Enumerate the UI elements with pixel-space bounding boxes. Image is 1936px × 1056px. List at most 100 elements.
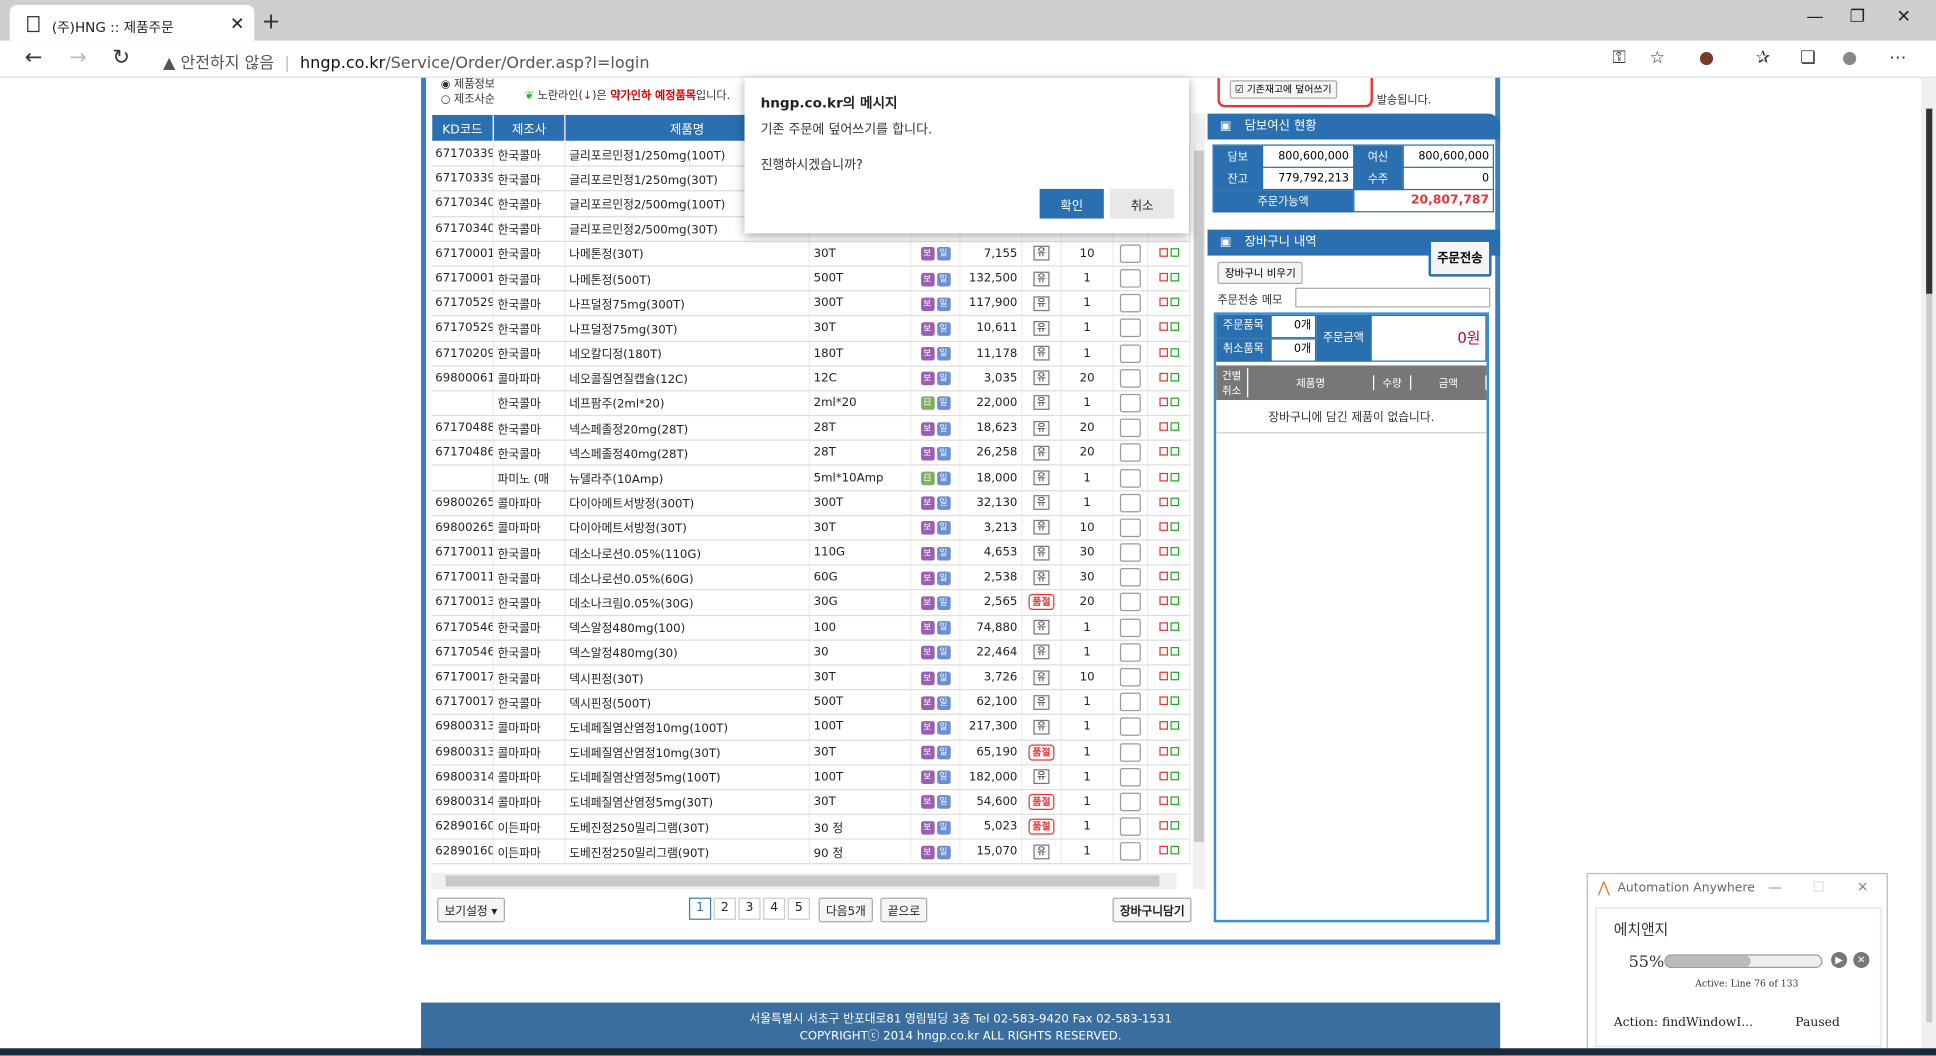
- qty-input[interactable]: [1119, 244, 1141, 263]
- new-tab-icon[interactable]: +: [262, 9, 281, 35]
- favorite-icon[interactable]: [1169, 522, 1179, 531]
- table-row[interactable]: 698000610콜마파마네오콜질연질캡슐(12C)12C보일3,035유20: [431, 365, 1191, 392]
- qty-input[interactable]: [1119, 767, 1141, 787]
- table-row[interactable]: 671700170한국콜마덱시핀정(30T)30T보일3,726유10: [431, 664, 1191, 691]
- table-row[interactable]: 698002650콜마파마다이아메트서방정(30T)30T보일3,213유10: [431, 515, 1191, 541]
- qty-input[interactable]: [1119, 468, 1141, 488]
- info-badge-icon[interactable]: 일: [936, 621, 951, 635]
- table-row[interactable]: 671702090한국콜마네오칼디정(180T)180T보일11,178유1: [431, 340, 1191, 367]
- restore-icon[interactable]: ❐: [1850, 7, 1866, 27]
- table-row[interactable]: 698002650콜마파마다이아메트서방정(300T)300T보일32,130유…: [431, 490, 1191, 516]
- info-badge-icon[interactable]: 일: [936, 646, 951, 660]
- add-icon[interactable]: [1158, 796, 1168, 805]
- add-icon[interactable]: [1158, 721, 1168, 731]
- favorite-icon[interactable]: [1169, 621, 1179, 631]
- table-row[interactable]: 628901600이든파마도베진정250밀리그램(90T)90 정보일15,07…: [431, 839, 1191, 865]
- table-row[interactable]: 한국콜마 네프팜주(2ml*20) 2ml*20 日 일 22,000 유 1: [431, 390, 1191, 417]
- info-badge-icon[interactable]: 일: [936, 770, 951, 785]
- info-badge-icon[interactable]: 일: [936, 272, 951, 286]
- qty-input[interactable]: [1119, 568, 1141, 587]
- add-icon[interactable]: [1158, 397, 1168, 407]
- info-badge-icon[interactable]: 일: [936, 795, 951, 810]
- info-badge-icon[interactable]: 일: [936, 396, 951, 411]
- favorites-icon[interactable]: ✰: [1756, 48, 1770, 68]
- add-icon[interactable]: [1158, 322, 1168, 332]
- add-icon[interactable]: [1158, 846, 1168, 855]
- page-2-button[interactable]: 2: [713, 897, 736, 920]
- add-icon[interactable]: [1158, 547, 1168, 556]
- page-1-button[interactable]: 1: [688, 897, 712, 920]
- favorite-icon[interactable]: [1169, 696, 1179, 706]
- favorite-icon[interactable]: [1169, 447, 1179, 457]
- favorite-icon[interactable]: [1169, 846, 1179, 855]
- favorite-icon[interactable]: [1169, 771, 1179, 781]
- qty-input[interactable]: [1119, 443, 1141, 463]
- stop-icon[interactable]: ✕: [1853, 951, 1870, 969]
- add-icon[interactable]: [1158, 821, 1168, 830]
- view-settings-button[interactable]: 보기설정 ▾: [437, 897, 505, 923]
- favorite-icon[interactable]: [1169, 572, 1179, 581]
- add-to-cart-button[interactable]: 장바구니담기: [1112, 897, 1193, 923]
- qty-input[interactable]: [1119, 393, 1141, 413]
- add-icon[interactable]: [1158, 447, 1168, 457]
- close-window-icon[interactable]: ✕: [1896, 7, 1910, 27]
- profile-icon[interactable]: ●: [1842, 48, 1857, 68]
- qty-input[interactable]: [1119, 343, 1141, 363]
- favorite-icon[interactable]: [1169, 796, 1179, 805]
- info-badge-icon[interactable]: 일: [936, 521, 951, 536]
- play-icon[interactable]: ▶: [1831, 951, 1848, 969]
- favorite-icon[interactable]: [1169, 347, 1179, 357]
- qty-input[interactable]: [1119, 792, 1141, 812]
- info-badge-icon[interactable]: 일: [936, 745, 951, 760]
- info-badge-icon[interactable]: 일: [936, 596, 951, 610]
- info-badge-icon[interactable]: 일: [936, 546, 951, 561]
- qty-input[interactable]: [1119, 368, 1141, 388]
- table-row[interactable]: 671704880한국콜마넥스페졸정20mg(28T)28T보일18,623유2…: [431, 415, 1191, 442]
- close-tab-icon[interactable]: ✕: [230, 15, 244, 35]
- minimize-icon[interactable]: —: [1806, 7, 1823, 27]
- add-icon[interactable]: [1158, 422, 1168, 432]
- favorite-icon[interactable]: [1169, 746, 1179, 756]
- table-row[interactable]: 671700010한국콜마나메톤정(500T)500T보일132,500유1: [431, 266, 1191, 292]
- table-row[interactable]: 671704860한국콜마넥스페졸정40mg(28T)28T보일26,258유2…: [431, 440, 1191, 467]
- table-row[interactable]: 671705290한국콜마나프덜정75mg(300T)300T보일117,900…: [431, 290, 1191, 317]
- add-icon[interactable]: [1158, 696, 1168, 706]
- send-order-button[interactable]: 주문전송: [1428, 239, 1492, 277]
- page-5-button[interactable]: 5: [787, 897, 810, 920]
- key-icon[interactable]: ⚿: [1613, 48, 1626, 68]
- aa-close-icon[interactable]: ✕: [1857, 879, 1868, 895]
- info-badge-icon[interactable]: 일: [936, 496, 951, 511]
- info-badge-icon[interactable]: 일: [936, 720, 951, 735]
- sort-option-maker[interactable]: ○ 제조사순: [441, 93, 495, 108]
- table-row[interactable]: 671705460한국콜마덱스알정480mg(100)100보일74,880유1: [431, 614, 1191, 641]
- favorite-icon[interactable]: [1169, 596, 1179, 606]
- page-3-button[interactable]: 3: [738, 897, 761, 920]
- back-icon[interactable]: ←: [25, 46, 43, 71]
- info-badge-icon[interactable]: 일: [936, 421, 951, 436]
- qty-input[interactable]: [1119, 692, 1141, 712]
- dialog-ok-button[interactable]: 확인: [1039, 188, 1104, 219]
- favorite-icon[interactable]: [1169, 472, 1179, 481]
- info-badge-icon[interactable]: 일: [936, 471, 951, 486]
- add-icon[interactable]: [1158, 596, 1168, 606]
- collections-icon[interactable]: ❏: [1800, 48, 1816, 68]
- info-badge-icon[interactable]: 일: [936, 446, 951, 461]
- qty-input[interactable]: [1119, 493, 1141, 513]
- favorite-icon[interactable]: [1169, 422, 1179, 432]
- dialog-cancel-button[interactable]: 취소: [1109, 188, 1175, 219]
- favorite-icon[interactable]: [1169, 247, 1179, 257]
- forward-icon[interactable]: →: [69, 46, 87, 71]
- add-icon[interactable]: [1158, 347, 1168, 357]
- add-icon[interactable]: [1158, 771, 1168, 781]
- info-badge-icon[interactable]: 일: [936, 820, 951, 835]
- aa-minimize-icon[interactable]: —: [1768, 879, 1782, 895]
- table-row[interactable]: 671705460한국콜마덱스알정480mg(30)30보일22,464유1: [431, 639, 1191, 666]
- info-badge-icon[interactable]: 일: [936, 247, 951, 261]
- qty-input[interactable]: [1119, 593, 1141, 612]
- favorite-icon[interactable]: [1169, 646, 1179, 656]
- clear-cart-button[interactable]: 장바구니 비우기: [1217, 261, 1304, 284]
- table-row[interactable]: 671700132한국콜마데소나크림0.05%(30G)30G보일2,565품절…: [431, 590, 1191, 616]
- table-row[interactable]: 파미노 (매 뉴델라주(10Amp) 5ml*10Amp 日 일 18,000 유 1: [431, 465, 1191, 491]
- add-icon[interactable]: [1158, 646, 1168, 656]
- next-5-button[interactable]: 다음5개: [818, 897, 874, 923]
